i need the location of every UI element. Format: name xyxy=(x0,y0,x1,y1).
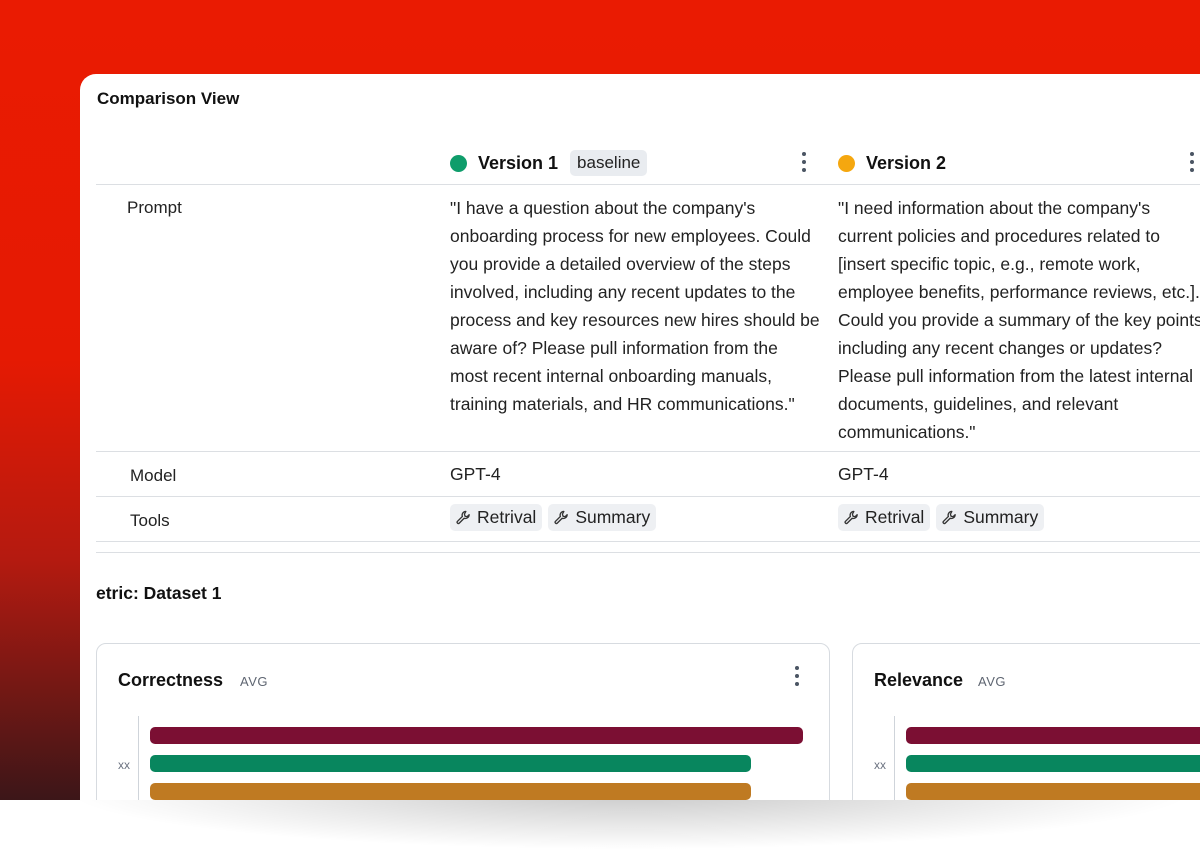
header-divider xyxy=(96,184,1200,185)
metric-aggregation: AVG xyxy=(240,674,268,689)
version-2-prompt: "I need information about the company's … xyxy=(838,198,1200,442)
chart-y-axis xyxy=(894,716,895,800)
row-label-model: Model xyxy=(130,466,177,485)
metric-more-icon[interactable] xyxy=(794,666,800,688)
metric-title: Correctness xyxy=(118,670,224,690)
version-1-prompt: "I have a question about the company's o… xyxy=(450,198,820,414)
bar-series-1 xyxy=(150,727,803,744)
version-1-more-icon[interactable] xyxy=(801,152,807,174)
comparison-window: Comparison View Version 1 baseline Versi… xyxy=(80,74,1200,800)
version-2-model: GPT-4 xyxy=(838,464,889,484)
tool-chip-retrival[interactable]: Retrival xyxy=(450,504,543,531)
metric-aggregation: AVG xyxy=(978,674,1006,689)
version-2-header[interactable]: Version 2 xyxy=(838,150,946,176)
row-label-tools: Tools xyxy=(130,511,170,530)
version-2-more-icon[interactable] xyxy=(1189,152,1195,174)
wrench-icon xyxy=(942,510,957,525)
bar-series-2 xyxy=(906,755,1200,772)
tool-chip-retrival[interactable]: Retrival xyxy=(838,504,931,531)
tool-label: Summary xyxy=(575,507,651,527)
metric-card-relevance: Relevance AVG xx xyxy=(852,643,1200,800)
wrench-icon xyxy=(456,510,470,525)
metric-card-correctness: Correctness AVG xx xyxy=(96,643,830,800)
window-title: Comparison View xyxy=(97,89,240,108)
wrench-icon xyxy=(554,510,569,525)
chart-category-label: xx xyxy=(874,758,886,772)
wrench-icon xyxy=(844,510,858,525)
version-1-tools: Retrival Summary xyxy=(450,504,657,531)
chart-y-axis xyxy=(138,716,139,800)
row-divider xyxy=(96,451,1200,452)
section-divider xyxy=(96,552,1200,553)
version-1-name: Version 1 xyxy=(478,152,559,173)
version-1-header[interactable]: Version 1 baseline xyxy=(450,150,648,176)
tool-chip-summary[interactable]: Summary xyxy=(936,504,1045,531)
version-1-model: GPT-4 xyxy=(450,464,501,484)
tool-label: Summary xyxy=(963,507,1039,527)
row-divider xyxy=(96,541,1200,542)
row-label-prompt: Prompt xyxy=(127,198,182,217)
chart-category-label: xx xyxy=(118,758,130,772)
version-1-color-dot xyxy=(450,154,467,172)
metrics-section-title: etric: Dataset 1 xyxy=(96,583,222,603)
bar-series-3 xyxy=(150,783,751,800)
bar-series-3 xyxy=(906,783,1200,800)
bar-series-1 xyxy=(906,727,1200,744)
tool-chip-summary[interactable]: Summary xyxy=(548,504,657,531)
version-2-color-dot xyxy=(838,154,855,172)
metric-title: Relevance xyxy=(874,670,964,690)
bar-series-2 xyxy=(150,755,751,772)
row-divider xyxy=(96,496,1200,497)
tool-label: Retrival xyxy=(477,507,537,527)
version-2-tools: Retrival Summary xyxy=(838,504,1045,531)
tool-label: Retrival xyxy=(865,507,925,527)
version-2-name: Version 2 xyxy=(866,152,947,173)
baseline-badge: baseline xyxy=(570,150,648,176)
